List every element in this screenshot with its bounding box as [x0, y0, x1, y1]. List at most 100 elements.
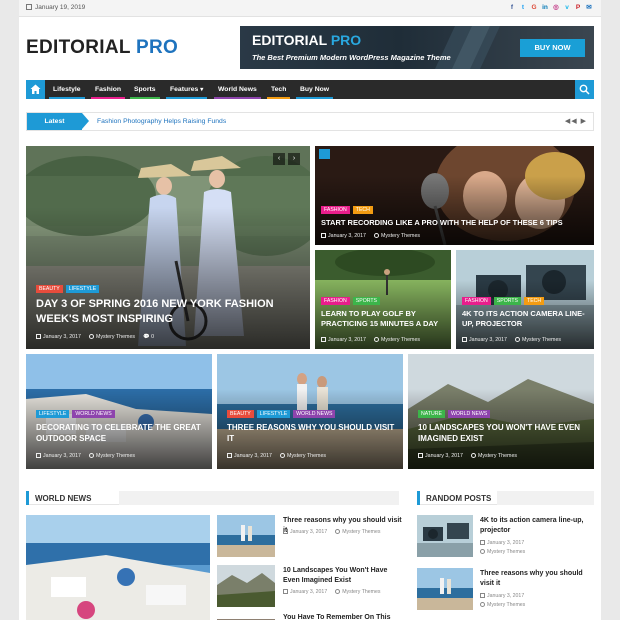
post-card-title[interactable]: 10 LANDSCAPES YOU WON'T HAVE EVEN IMAGIN…: [418, 423, 590, 445]
nav-item-sports[interactable]: Sports: [130, 80, 160, 99]
post-author[interactable]: Mystery Themes: [374, 233, 420, 239]
linkedin-icon[interactable]: in: [541, 3, 549, 12]
facebook-icon[interactable]: f: [508, 3, 516, 12]
post-author[interactable]: Mystery Themes: [471, 453, 517, 459]
tag-beauty[interactable]: BEAUTY: [36, 285, 63, 293]
featured-mid-left-card[interactable]: FASHION SPORTS LEARN TO PLAY GOLF BY PRA…: [315, 250, 451, 349]
post-author[interactable]: Mystery Themes: [374, 337, 420, 343]
date-text: January 3, 2017: [290, 589, 328, 595]
post-meta: January 3, 2017 Mystery Themes: [227, 453, 326, 459]
post-card-decorating[interactable]: LIFESTYLE WORLD NEWS DECORATING TO CELEB…: [26, 354, 212, 469]
arrow-right-icon[interactable]: ›: [288, 153, 300, 165]
author-text: Mystery Themes: [487, 549, 526, 555]
world-news-thumb-2[interactable]: [217, 565, 275, 607]
comment-icon: 💬: [143, 334, 150, 340]
page-wrapper: January 19, 2019 f t Gin ◎ v P ✉ EDITORIAL PRO…: [19, 0, 601, 620]
post-author[interactable]: Mystery Themes: [515, 337, 561, 343]
post-author[interactable]: Mystery Themes: [280, 453, 326, 459]
post-author[interactable]: Mystery Themes: [480, 602, 525, 608]
instagram-icon[interactable]: ◎: [552, 3, 560, 12]
post-comments[interactable]: 💬 0: [143, 334, 154, 340]
tag-world-news[interactable]: WORLD NEWS: [72, 410, 115, 418]
tag-fashion[interactable]: FASHION: [462, 297, 491, 305]
random-post-title[interactable]: 4K to its action camera line-up, project…: [480, 516, 594, 536]
random-post-title[interactable]: Three reasons why you should visit it: [480, 569, 594, 589]
world-news-item-title[interactable]: 10 Landscapes You Won't Have Even Imagin…: [283, 566, 403, 586]
home-button[interactable]: [26, 80, 45, 99]
banner-buy-now-button[interactable]: BUY NOW: [520, 39, 585, 57]
post-card-three-reasons[interactable]: BEAUTY LIFESTYLE WORLD NEWS THREE REASON…: [217, 354, 403, 469]
section-accent: [26, 491, 29, 505]
post-card-title[interactable]: DECORATING TO CELEBRATE THE GREAT OUTDOO…: [36, 423, 208, 445]
featured-mid-right-title[interactable]: 4K TO ITS ACTION CAMERA LINE-UP, PROJECT…: [462, 309, 592, 329]
ticker-controls[interactable]: ◀◀ ▶: [565, 117, 587, 125]
nav-item-tech[interactable]: Tech: [267, 80, 291, 99]
search-button[interactable]: [575, 80, 594, 99]
nav-underline: [130, 97, 160, 99]
author-text: Mystery Themes: [96, 453, 136, 459]
nav-item-world-news[interactable]: World News: [214, 80, 261, 99]
post-tags: FASHION TECH: [321, 206, 373, 214]
nav-item-fashion[interactable]: Fashion: [91, 80, 126, 99]
santorini-image: [26, 515, 210, 620]
googleplus-icon[interactable]: G: [530, 3, 538, 12]
random-post-thumb-1[interactable]: [417, 515, 473, 557]
nav-item-lifestyle[interactable]: Lifestyle: [49, 80, 85, 99]
tag-beauty[interactable]: BEAUTY: [227, 410, 254, 418]
date-text: January 3, 2017: [328, 233, 366, 239]
calendar-icon: [321, 337, 326, 342]
section-accent: [417, 491, 420, 505]
author-text: Mystery Themes: [487, 602, 526, 608]
post-meta: January 3, 2017 Mystery Themes: [283, 529, 380, 535]
world-news-item-title[interactable]: You Have To Remember On This: [283, 613, 403, 620]
tag-sports[interactable]: SPORTS: [352, 297, 381, 305]
tag-lifestyle[interactable]: LIFESTYLE: [36, 410, 70, 418]
post-card-title[interactable]: THREE REASONS WHY YOU SHOULD VISIT IT: [227, 423, 399, 445]
author-text: Mystery Themes: [96, 334, 136, 340]
tag-lifestyle[interactable]: LIFESTYLE: [256, 410, 291, 418]
chevron-down-icon: ▾: [200, 87, 204, 93]
post-card-landscapes[interactable]: NATURE WORLD NEWS 10 LANDSCAPES YOU WON'…: [408, 354, 594, 469]
mail-icon[interactable]: ✉: [585, 3, 593, 12]
twitter-icon[interactable]: t: [519, 3, 527, 12]
tag-tech[interactable]: TECH: [352, 206, 373, 214]
post-author[interactable]: Mystery Themes: [480, 549, 525, 555]
nav-underline: [166, 97, 208, 99]
tag-sports[interactable]: SPORTS: [493, 297, 522, 305]
vimeo-icon[interactable]: v: [563, 3, 571, 12]
post-author[interactable]: Mystery Themes: [335, 529, 380, 535]
calendar-icon: [480, 593, 485, 598]
featured-main-card[interactable]: ‹ › BEAUTY LIFESTYLE DAY 3 OF SPRING 2016…: [26, 146, 310, 349]
tag-world-news[interactable]: WORLD NEWS: [447, 410, 491, 418]
nav-item-buy-now[interactable]: Buy Now: [296, 80, 334, 99]
featured-top-right-card[interactable]: FASHION TECH START RECORDING LIKE A PRO …: [315, 146, 594, 245]
arrow-left-icon[interactable]: ‹: [273, 153, 285, 165]
post-author[interactable]: Mystery Themes: [89, 334, 135, 340]
tag-lifestyle[interactable]: LIFESTYLE: [65, 285, 100, 293]
world-news-thumb-3[interactable]: [217, 613, 275, 620]
random-post-thumb-2[interactable]: [417, 568, 473, 610]
featured-mid-left-title[interactable]: LEARN TO PLAY GOLF BY PRACTICING 15 MINU…: [321, 309, 449, 329]
calendar-icon: [26, 4, 32, 10]
ticker-headline-link[interactable]: Fashion Photography Helps Raising Funds: [97, 118, 226, 125]
world-news-thumb-1[interactable]: [217, 515, 275, 557]
post-date: January 3, 2017: [36, 334, 81, 340]
post-author[interactable]: Mystery Themes: [335, 589, 380, 595]
user-icon: [374, 233, 379, 238]
header-banner-ad[interactable]: EDITORIAL PRO The Best Premium Modern Wo…: [240, 26, 594, 69]
tag-fashion[interactable]: FASHION: [321, 297, 350, 305]
featured-top-right-title[interactable]: START RECORDING LIKE A PRO WITH THE HELP…: [321, 218, 589, 228]
site-logo[interactable]: EDITORIAL PRO: [26, 37, 178, 59]
author-text: Mystery Themes: [381, 337, 421, 343]
nav-item-features[interactable]: Features ▾: [166, 80, 208, 99]
user-icon: [89, 453, 94, 458]
tag-world-news[interactable]: WORLD NEWS: [293, 410, 336, 418]
tag-nature[interactable]: NATURE: [418, 410, 445, 418]
world-news-main-image[interactable]: [26, 515, 210, 620]
featured-mid-right-card[interactable]: FASHION SPORTS TECH 4K TO ITS ACTION CAM…: [456, 250, 594, 349]
tag-tech[interactable]: TECH: [524, 297, 545, 305]
pinterest-icon[interactable]: P: [574, 3, 582, 12]
tag-fashion[interactable]: FASHION: [321, 206, 350, 214]
featured-main-title[interactable]: DAY 3 OF SPRING 2016 NEW YORK FASHION WE…: [36, 297, 281, 327]
post-author[interactable]: Mystery Themes: [89, 453, 135, 459]
